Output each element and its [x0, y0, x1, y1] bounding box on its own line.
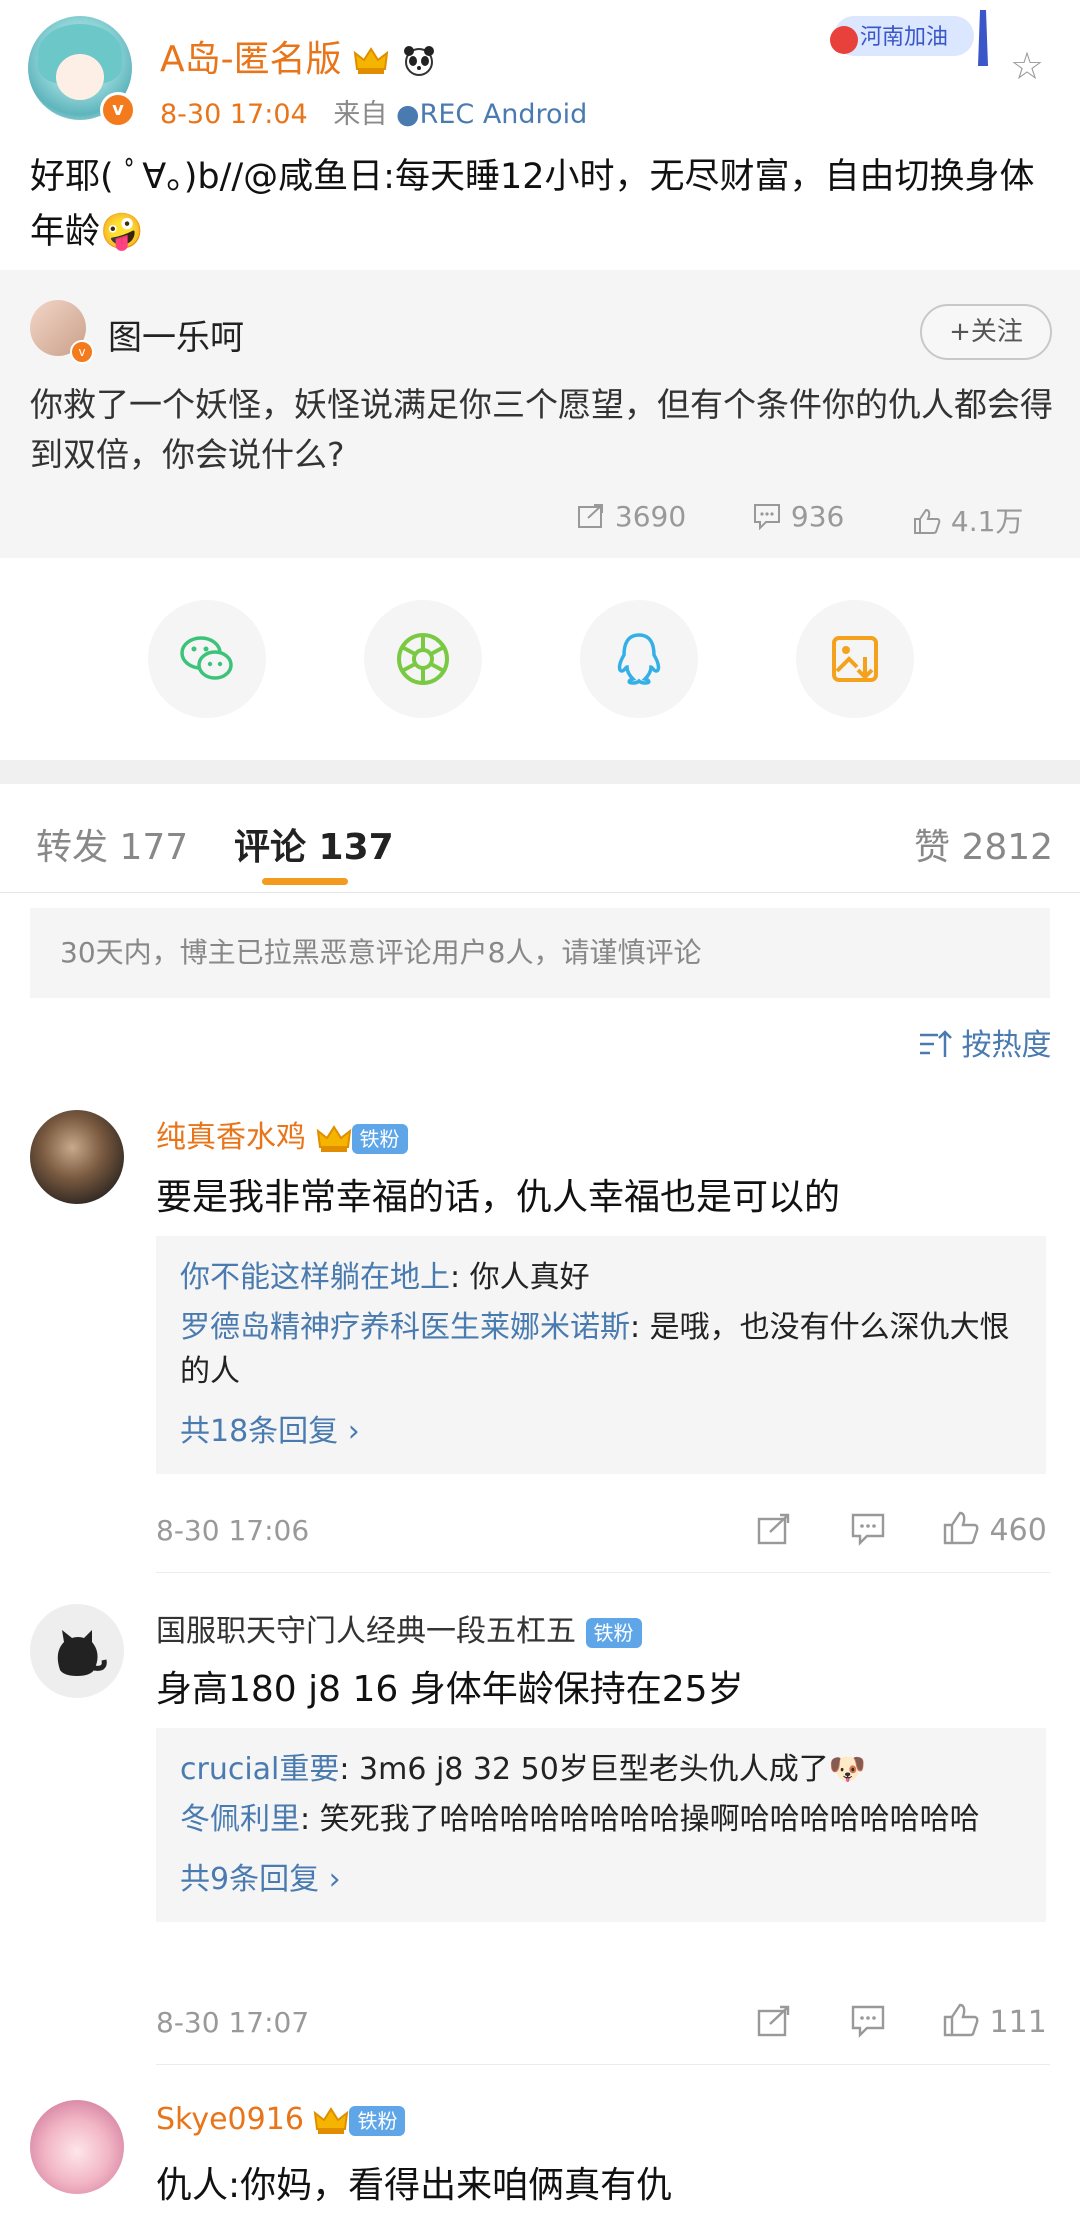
comment-like-count: 111 — [989, 2005, 1047, 2040]
retweet-like-count[interactable]: 4.1万 — [912, 500, 1023, 540]
fan-badge: 铁粉 — [351, 1123, 408, 1154]
comment-like-button[interactable]: 111 — [942, 2002, 1047, 2040]
comment-author[interactable]: Skye0916 — [156, 2102, 304, 2137]
like-icon — [943, 2003, 979, 2037]
post-text: 好耶( ﾟ∀。)b//@咸鱼日:每天睡12小时，无尽财富，自由切换身体年龄🤪 — [30, 157, 1035, 252]
reply-text: : 你人真好 — [450, 1260, 590, 1295]
retweet-repost-count[interactable]: 3690 — [576, 500, 686, 533]
reply-author[interactable]: 罗德岛精神疗养科医生莱娜米诺斯 — [180, 1310, 630, 1345]
comment-text: 身高180 j8 16 身体年龄保持在25岁 — [156, 1669, 744, 1710]
reply-item: 你不能这样躺在地上: 你人真好 — [180, 1256, 1022, 1300]
source-prefix: 来自 — [333, 99, 388, 130]
tab-divider — [0, 892, 1080, 893]
comment-count: 936 — [790, 500, 845, 533]
reply-item: crucial重要: 3m6 j8 32 50岁巨型老头仇人成了🐶 — [180, 1748, 1022, 1792]
save-image-icon — [832, 636, 878, 682]
fan-badge: 铁粉 — [349, 2105, 406, 2136]
sort-icon — [920, 1030, 952, 1057]
comment-text: 要是我非常幸福的话，仇人幸福也是可以的 — [156, 1177, 841, 1218]
reply-box[interactable]: 你不能这样躺在地上: 你人真好 罗德岛精神疗养科医生莱娜米诺斯: 是哦，也没有什… — [156, 1236, 1046, 1474]
comment-separator — [156, 1572, 1050, 1573]
comment-icon — [754, 504, 780, 531]
comment-avatar[interactable] — [30, 1110, 124, 1204]
reply-comment-icon[interactable] — [850, 2004, 886, 2038]
banner-text: 河南加油 — [860, 25, 948, 50]
favorite-star-icon[interactable]: ☆ — [1010, 44, 1044, 88]
like-icon — [943, 1511, 979, 1545]
repost-count: 3690 — [614, 500, 687, 533]
reply-comment-icon[interactable] — [850, 1512, 886, 1546]
comment-like-button[interactable]: 460 — [942, 1510, 1047, 1548]
like-icon — [914, 508, 941, 534]
fan-badge: 铁粉 — [585, 1617, 642, 1648]
share-comment-icon[interactable] — [756, 2004, 792, 2038]
retweet-text: 你救了一个妖怪，妖怪说满足你三个愿望，但有个条件你的仇人都会得到双倍，你会说什么… — [30, 385, 1053, 474]
black-cat-icon — [57, 1630, 107, 1676]
sort-label: 按热度 — [961, 1028, 1052, 1063]
post-meta: 8-30 17:04 来自 ●REC Android — [160, 99, 588, 130]
comment-avatar[interactable] — [30, 1604, 124, 1698]
repost-icon — [578, 504, 603, 528]
share-comment-icon[interactable] — [756, 1512, 792, 1546]
post-source[interactable]: REC Android — [420, 99, 588, 130]
comment-author[interactable]: 国服职天守门人经典一段五杠五 — [156, 1614, 576, 1649]
tab-repost[interactable]: 转发 177 — [36, 818, 188, 870]
reply-text: : 笑死我了哈哈哈哈哈哈哈哈操啊哈哈哈哈哈哈哈哈 — [300, 1802, 980, 1837]
comment-notice: 30天内，博主已拉黑恶意评论用户8人，请谨慎评论 — [30, 908, 1050, 998]
comment-author-row: 国服职天守门人经典一段五杠五 铁粉 — [156, 1606, 642, 1650]
reply-item: 冬佩利里: 笑死我了哈哈哈哈哈哈哈哈操啊哈哈哈哈哈哈哈哈 — [180, 1798, 1022, 1842]
share-moments-button[interactable] — [364, 600, 482, 718]
reply-author[interactable]: 冬佩利里 — [180, 1802, 300, 1837]
sort-button[interactable]: 按热度 — [918, 1020, 1052, 1064]
share-wechat-button[interactable] — [148, 600, 266, 718]
crown-icon — [316, 1124, 351, 1152]
follow-button[interactable]: +关注 — [920, 304, 1052, 360]
reply-text: : 3m6 j8 32 50岁巨型老头仇人成了🐶 — [339, 1752, 867, 1787]
like-count: 4.1万 — [950, 505, 1024, 538]
qq-icon — [617, 633, 661, 685]
save-image-button[interactable] — [796, 600, 914, 718]
comment-author[interactable]: 纯真香水鸡 — [156, 1120, 306, 1155]
author-name-row: A岛-匿名版 — [160, 30, 437, 82]
comment-avatar[interactable] — [30, 2100, 124, 2194]
more-replies-link[interactable]: 共9条回复 › — [180, 1858, 1022, 1902]
active-tab-indicator — [262, 878, 348, 885]
more-replies-link[interactable]: 共18条回复 › — [180, 1410, 1022, 1454]
section-divider — [0, 760, 1080, 784]
tab-like[interactable]: 赞 2812 — [914, 818, 1053, 870]
crown-icon — [314, 2106, 349, 2134]
share-qq-button[interactable] — [580, 600, 698, 718]
reply-author[interactable]: 你不能这样躺在地上 — [180, 1260, 450, 1295]
post-time: 8-30 17:04 — [160, 99, 308, 130]
retweet-verified-icon: v — [70, 340, 94, 364]
comment-author-row: 纯真香水鸡 铁粉 — [156, 1112, 408, 1156]
comment-like-count: 460 — [989, 1513, 1047, 1548]
comment-separator — [156, 2064, 1050, 2065]
henan-banner-icon: 河南加油 — [830, 10, 988, 66]
moments-icon — [397, 633, 449, 685]
reply-author[interactable]: crucial重要 — [180, 1752, 339, 1787]
reply-box[interactable]: crucial重要: 3m6 j8 32 50岁巨型老头仇人成了🐶 冬佩利里: … — [156, 1728, 1046, 1922]
verified-badge-icon: v — [100, 92, 136, 128]
crown-icon — [353, 47, 389, 74]
reply-item: 罗德岛精神疗养科医生莱娜米诺斯: 是哦，也没有什么深仇大恨的人 — [180, 1306, 1022, 1394]
wechat-icon — [180, 636, 233, 680]
comment-author-row: Skye0916 铁粉 — [156, 2102, 406, 2137]
comment-time: 8-30 17:06 — [156, 1514, 310, 1547]
comment-text: 仇人:你妈，看得出来咱俩真有仇 — [156, 2165, 673, 2206]
tab-comment[interactable]: 评论 137 — [234, 818, 394, 870]
retweet-comment-count[interactable]: 936 — [752, 500, 844, 533]
comment-time: 8-30 17:07 — [156, 2006, 310, 2039]
author-name[interactable]: A岛-匿名版 — [160, 39, 342, 80]
panda-icon — [403, 46, 434, 76]
retweet-user[interactable]: 图一乐呵 — [108, 310, 244, 359]
